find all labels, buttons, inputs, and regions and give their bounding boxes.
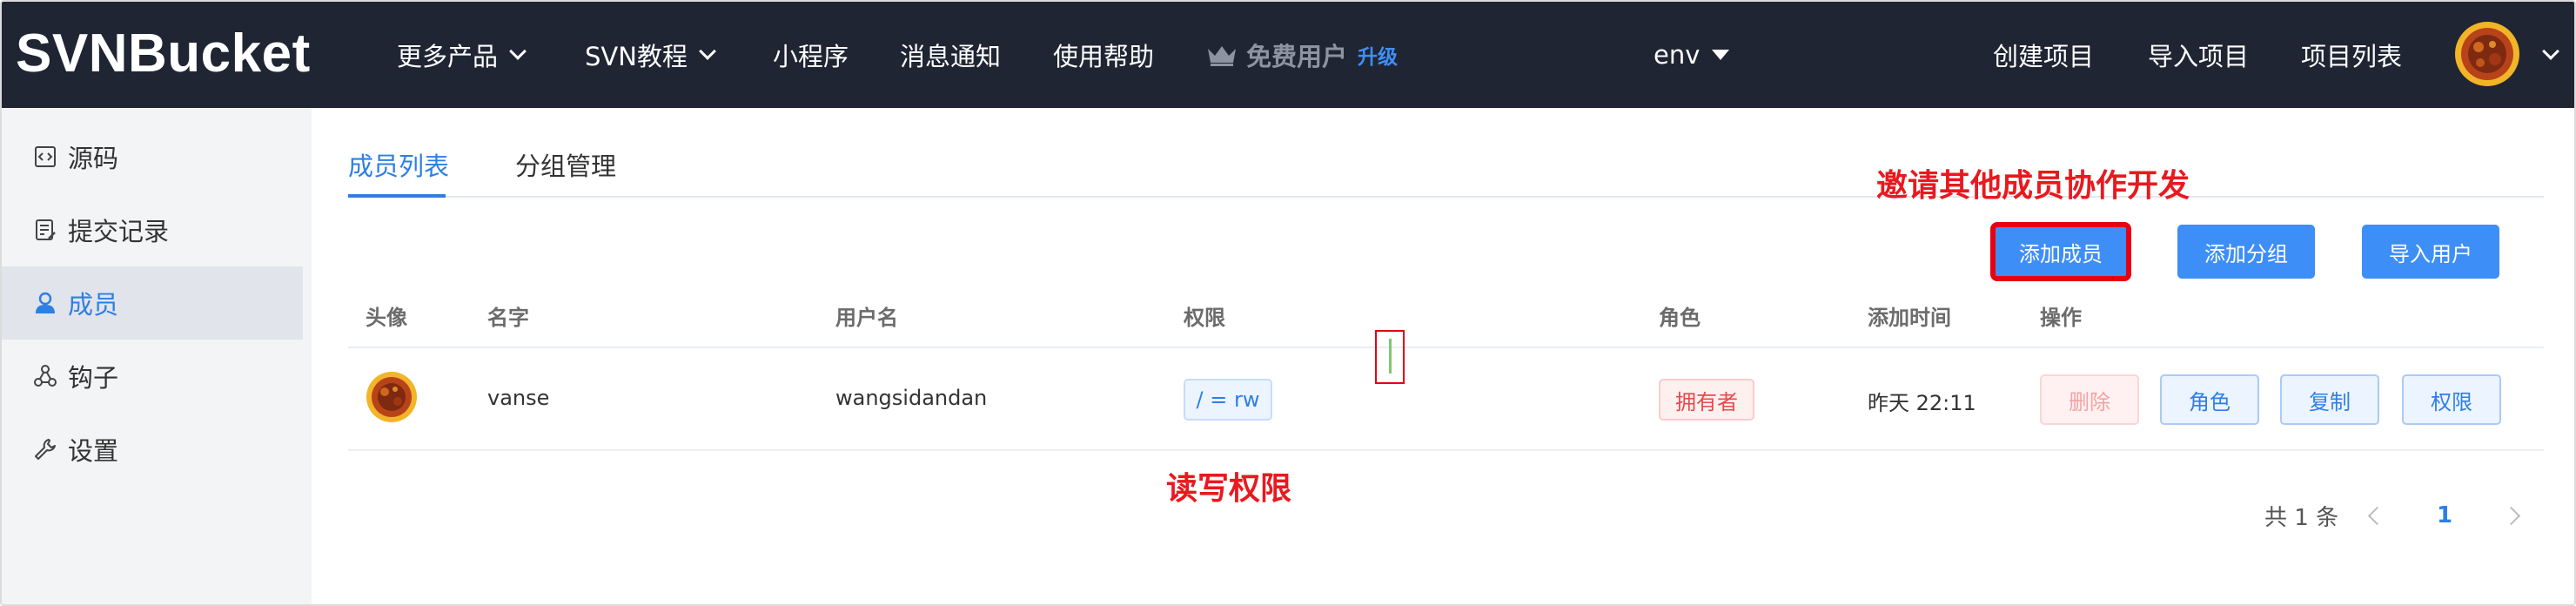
sidebar-item-members[interactable]: 成员 bbox=[2, 266, 303, 340]
highlight-marker bbox=[1375, 330, 1405, 384]
member-username: wangsidandan bbox=[835, 386, 988, 410]
col-header-role: 角色 bbox=[1659, 306, 1701, 330]
crown-icon bbox=[1208, 46, 1236, 66]
annotation-invite: 邀请其他成员协作开发 bbox=[1876, 168, 2190, 204]
added-time: 昨天 22:11 bbox=[1868, 391, 1976, 415]
col-header-name: 名字 bbox=[487, 306, 529, 330]
sidebar-item-label: 成员 bbox=[68, 290, 119, 320]
nav-svn-tutorial-label: SVN教程 bbox=[585, 42, 688, 71]
table-header-divider bbox=[348, 347, 2544, 348]
chevron-left-icon bbox=[2367, 506, 2387, 525]
sidebar-item-label: 设置 bbox=[68, 436, 119, 466]
webhook-icon bbox=[34, 365, 57, 387]
nav-more-products[interactable]: 更多产品 bbox=[397, 2, 527, 108]
tab-active-indicator bbox=[348, 194, 446, 198]
env-selector[interactable]: env bbox=[1654, 2, 1730, 108]
pagination-total: 共 1 条 bbox=[2264, 504, 2339, 531]
caret-down-icon bbox=[1712, 50, 1730, 60]
copy-member-button[interactable]: 复制 bbox=[2280, 374, 2379, 425]
free-user-label: 免费用户 bbox=[1246, 42, 1348, 71]
member-avatar bbox=[366, 372, 417, 422]
app-window: SVNBucket 更多产品 SVN教程 小程序 消息通知 使用帮助 免费用户 … bbox=[0, 0, 2576, 606]
col-header-actions: 操作 bbox=[2040, 306, 2082, 330]
annotation-rw-permission: 读写权限 bbox=[1166, 471, 1292, 507]
add-group-button[interactable]: 添加分组 bbox=[2177, 225, 2315, 279]
role-tag: 拥有者 bbox=[1659, 379, 1754, 421]
col-header-avatar: 头像 bbox=[366, 306, 407, 330]
chevron-down-icon bbox=[2542, 43, 2559, 60]
sidebar-item-commits[interactable]: 提交记录 bbox=[2, 193, 303, 266]
pagination-next-button[interactable] bbox=[2501, 498, 2521, 533]
upgrade-link[interactable]: 升级 bbox=[1358, 40, 1398, 70]
permission-tag: / = rw bbox=[1184, 379, 1272, 421]
nav-notifications[interactable]: 消息通知 bbox=[900, 2, 1001, 108]
nav-project-list[interactable]: 项目列表 bbox=[2301, 2, 2402, 108]
tab-divider bbox=[348, 196, 2544, 198]
col-header-username: 用户名 bbox=[835, 306, 898, 330]
user-icon bbox=[36, 292, 55, 313]
edit-role-button[interactable]: 角色 bbox=[2160, 374, 2259, 425]
sidebar: 源码 提交记录 成员 钩子 设置 bbox=[2, 108, 312, 604]
sidebar-item-label: 钩子 bbox=[68, 363, 119, 393]
sidebar-item-label: 提交记录 bbox=[68, 217, 170, 246]
chevron-right-icon bbox=[2501, 506, 2521, 525]
sidebar-item-source[interactable]: 源码 bbox=[2, 120, 303, 193]
pagination-page-1[interactable]: 1 bbox=[2437, 498, 2452, 533]
col-header-added-time: 添加时间 bbox=[1868, 306, 1951, 330]
chevron-down-icon bbox=[699, 43, 716, 60]
nav-mini-program[interactable]: 小程序 bbox=[773, 2, 849, 108]
nav-free-user[interactable]: 免费用户 升级 bbox=[1206, 2, 1398, 108]
top-navbar: SVNBucket 更多产品 SVN教程 小程序 消息通知 使用帮助 免费用户 … bbox=[2, 2, 2574, 108]
nav-create-project[interactable]: 创建项目 bbox=[1993, 2, 2094, 108]
user-avatar[interactable] bbox=[2454, 21, 2520, 87]
chevron-down-icon bbox=[509, 43, 527, 60]
pagination-prev-button[interactable] bbox=[2367, 498, 2387, 533]
import-users-button[interactable]: 导入用户 bbox=[2362, 225, 2499, 279]
sidebar-item-label: 源码 bbox=[68, 144, 119, 173]
wrench-icon bbox=[35, 439, 56, 460]
marker-line bbox=[1389, 339, 1392, 374]
env-label: env bbox=[1654, 40, 1701, 70]
nav-more-products-label: 更多产品 bbox=[397, 42, 499, 71]
tab-group-management[interactable]: 分组管理 bbox=[515, 146, 616, 183]
sidebar-item-settings[interactable]: 设置 bbox=[2, 413, 303, 486]
add-member-button[interactable]: 添加成员 bbox=[1990, 222, 2131, 281]
nav-svn-tutorial[interactable]: SVN教程 bbox=[585, 2, 716, 108]
code-file-icon bbox=[35, 146, 56, 167]
nav-import-project[interactable]: 导入项目 bbox=[2148, 2, 2249, 108]
sidebar-item-hooks[interactable]: 钩子 bbox=[2, 340, 303, 413]
table-row-divider bbox=[348, 449, 2544, 451]
brand-logo[interactable]: SVNBucket bbox=[16, 23, 311, 85]
commit-log-icon bbox=[36, 219, 56, 240]
avatar-dropdown[interactable] bbox=[2531, 2, 2559, 108]
nav-help[interactable]: 使用帮助 bbox=[1053, 2, 1154, 108]
delete-member-button[interactable]: 删除 bbox=[2040, 374, 2139, 425]
member-name: vanse bbox=[487, 386, 550, 410]
col-header-permission: 权限 bbox=[1184, 306, 1225, 330]
edit-permission-button[interactable]: 权限 bbox=[2402, 374, 2501, 425]
tab-member-list[interactable]: 成员列表 bbox=[348, 146, 449, 183]
